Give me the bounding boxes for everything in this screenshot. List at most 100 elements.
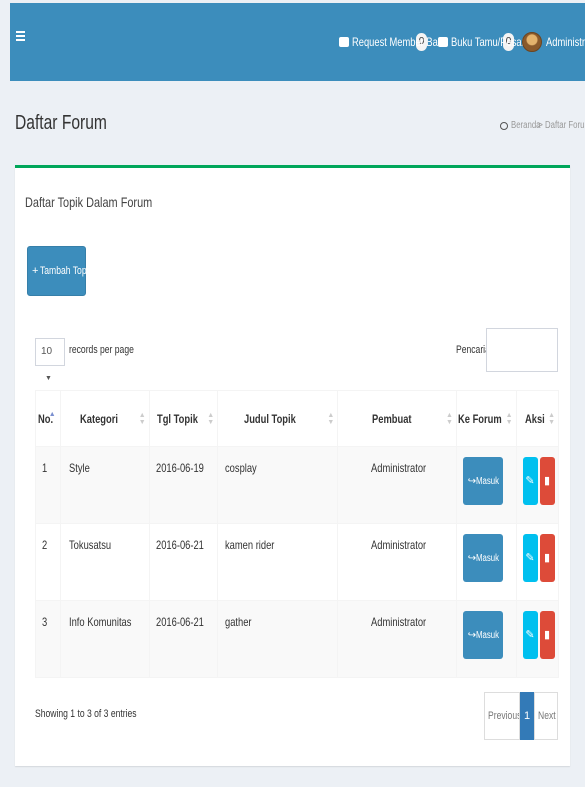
- edit-button[interactable]: ✎: [522, 534, 538, 582]
- trash-icon: ▮: [543, 475, 551, 487]
- enter-forum-label: Masuk: [476, 475, 500, 487]
- add-topic-button[interactable]: + Tambah Topik: [27, 246, 93, 296]
- plus-icon: +: [32, 265, 39, 277]
- enter-forum-button[interactable]: ↪ Masuk: [462, 534, 503, 582]
- col-ke-forum[interactable]: Ke Forum ▲ ▼: [455, 390, 517, 447]
- table-row: 3 Info Komunitas 2016-06-21 gather Admin…: [35, 600, 559, 678]
- pagination-previous[interactable]: Previous: [484, 692, 520, 740]
- pagination-next[interactable]: Next: [534, 692, 558, 740]
- pagination-previous-label: Previous: [488, 710, 520, 722]
- cell-aksi: ✎ ▮: [515, 600, 559, 678]
- breadcrumb-home-link[interactable]: Beranda: [511, 120, 540, 131]
- enter-forum-label: Masuk: [476, 629, 500, 641]
- cell-judul: kamen rider: [217, 523, 339, 601]
- table-row: 1 Style 2016-06-19 cosplay Administrator…: [35, 446, 559, 524]
- col-judul[interactable]: Judul Topik ▲ ▼: [217, 390, 339, 447]
- cell-aksi: ✎ ▮: [515, 523, 559, 601]
- cell-tgl-text: 2016-06-21: [155, 538, 204, 552]
- page-title-text: Daftar Forum: [15, 112, 107, 134]
- pagination-page-1[interactable]: 1: [520, 692, 534, 740]
- search-input[interactable]: [486, 328, 558, 372]
- menu-toggle-icon[interactable]: [16, 31, 25, 43]
- col-kategori-label: Kategori: [80, 411, 119, 426]
- sort-icon: ▲ ▼: [138, 412, 146, 426]
- cell-pembuat: Administrator: [337, 446, 457, 524]
- sort-icon: ▲ ▼: [505, 412, 513, 426]
- col-no[interactable]: No. ▲: [35, 390, 61, 447]
- pagination-page-label: 1: [523, 710, 531, 722]
- sort-icon: ▲ ▼: [445, 412, 453, 426]
- cell-ke-forum: ↪ Masuk: [455, 446, 517, 524]
- table-info: Showing 1 to 3 of 3 entries: [35, 708, 165, 720]
- cell-aksi: ✎ ▮: [515, 446, 559, 524]
- cell-judul: gather: [217, 600, 339, 678]
- cell-tgl: 2016-06-19: [148, 446, 219, 524]
- cell-judul-text: cosplay: [225, 461, 257, 475]
- add-topic-label: Tambah Topik: [40, 265, 94, 277]
- cell-no: 1: [35, 446, 61, 524]
- book-icon: [438, 37, 448, 47]
- delete-button[interactable]: ▮: [539, 611, 555, 659]
- edit-button[interactable]: ✎: [522, 457, 538, 505]
- cell-tgl: 2016-06-21: [148, 600, 219, 678]
- cell-ke-forum: ↪ Masuk: [455, 600, 517, 678]
- col-pembuat[interactable]: Pembuat ▲ ▼: [337, 390, 457, 447]
- cell-pembuat-text: Administrator: [371, 615, 427, 629]
- forum-box: Daftar Topik Dalam Forum + Tambah Topik …: [15, 165, 570, 766]
- col-aksi[interactable]: Aksi ▲ ▼: [515, 390, 559, 447]
- enter-forum-button[interactable]: ↪ Masuk: [462, 457, 503, 505]
- delete-button[interactable]: ▮: [539, 457, 555, 505]
- sort-icon: ▲ ▼: [207, 412, 215, 426]
- edit-icon: ✎: [525, 629, 535, 641]
- guestbook-link[interactable]: Buku Tamu/Pesan 0: [438, 31, 527, 53]
- enter-forum-label: Masuk: [476, 552, 500, 564]
- records-per-page-value: 10: [41, 346, 53, 357]
- cell-no: 3: [35, 600, 61, 678]
- table-row: 2 Tokusatsu 2016-06-21 kamen rider Admin…: [35, 523, 559, 601]
- caret-down-icon: ▼: [45, 375, 52, 382]
- edit-button[interactable]: ✎: [522, 611, 538, 659]
- breadcrumb: Beranda > Daftar Forum: [500, 120, 585, 131]
- records-per-page-text: records per page: [69, 344, 134, 356]
- cell-pembuat: Administrator: [337, 600, 457, 678]
- cell-kategori-text: Info Komunitas: [68, 615, 132, 629]
- sort-icon: ▲ ▼: [327, 412, 335, 426]
- cell-kategori-text: Style: [68, 461, 90, 475]
- forum-table: No. ▲ Kategori ▲ ▼ Tgl Topik ▲ ▼ Judul Topik ▲…: [35, 390, 559, 678]
- cell-pembuat-text: Administrator: [371, 538, 427, 552]
- cell-tgl: 2016-06-21: [148, 523, 219, 601]
- sign-in-icon: ↪: [467, 552, 477, 564]
- delete-button[interactable]: ▮: [539, 534, 555, 582]
- page-title: Daftar Forum: [15, 112, 133, 135]
- top-navbar: Request Member Baru 0 Buku Tamu/Pesan 0 …: [10, 3, 585, 81]
- col-kategori[interactable]: Kategori ▲ ▼: [59, 390, 150, 447]
- col-tgl[interactable]: Tgl Topik ▲ ▼: [148, 390, 219, 447]
- cell-judul: cosplay: [217, 446, 339, 524]
- search-label: Pencarian:: [456, 344, 497, 356]
- user-plus-icon: [339, 37, 349, 47]
- cell-no-text: 3: [42, 615, 48, 629]
- col-pembuat-label: Pembuat: [371, 411, 412, 426]
- cell-pembuat: Administrator: [337, 523, 457, 601]
- home-icon: [500, 121, 509, 130]
- cell-no-text: 2: [42, 538, 48, 552]
- cell-kategori: Tokusatsu: [59, 523, 150, 601]
- trash-icon: ▮: [543, 552, 551, 564]
- user-menu[interactable]: Administrator: [522, 31, 585, 53]
- records-per-page-select[interactable]: 10 ▼: [35, 338, 65, 382]
- sign-in-icon: ↪: [467, 475, 477, 487]
- cell-pembuat-text: Administrator: [371, 461, 427, 475]
- edit-icon: ✎: [525, 552, 535, 564]
- col-ke-forum-label: Ke Forum: [458, 411, 502, 426]
- request-member-link[interactable]: Request Member Baru 0: [339, 31, 446, 53]
- enter-forum-button[interactable]: ↪ Masuk: [462, 611, 503, 659]
- breadcrumb-current: Daftar Forum: [545, 120, 585, 131]
- guestbook-label: Buku Tamu/Pesan: [451, 35, 527, 49]
- user-name-label: Administrator: [546, 35, 585, 49]
- cell-no-text: 1: [42, 461, 48, 475]
- cell-no: 2: [35, 523, 61, 601]
- cell-kategori: Style: [59, 446, 150, 524]
- cell-judul-text: gather: [225, 615, 252, 629]
- cell-kategori: Info Komunitas: [59, 600, 150, 678]
- sort-asc-icon: ▲: [48, 411, 56, 418]
